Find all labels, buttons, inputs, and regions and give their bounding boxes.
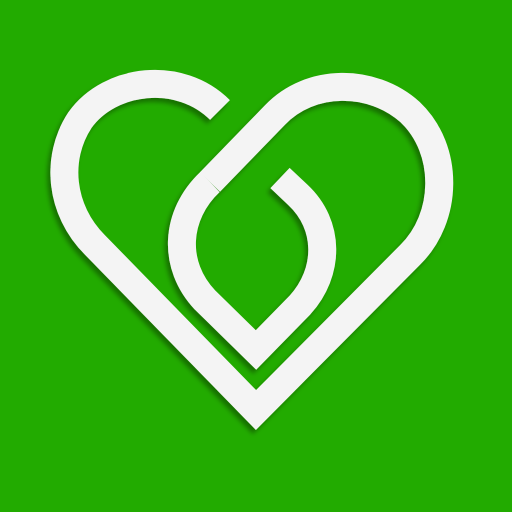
heart-leaf-logo-icon — [0, 0, 512, 512]
background — [0, 0, 512, 512]
app-icon — [0, 0, 512, 512]
